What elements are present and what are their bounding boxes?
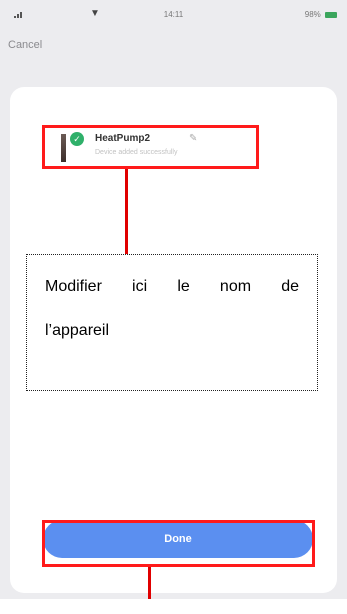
status-bar: ▼ 14:11 98% [0, 0, 347, 30]
status-time: 14:11 [163, 10, 184, 19]
annotation-note: Modifier ici le nom de l’appareil [26, 254, 318, 391]
battery-icon [325, 11, 337, 18]
battery-indicator: 98% [305, 10, 337, 19]
cancel-button[interactable]: Cancel [8, 39, 42, 51]
device-name-highlight [42, 125, 259, 169]
annotation-text-line1: Modifier ici le nom de [45, 278, 299, 295]
annotation-text-line2: l’appareil [45, 322, 110, 339]
done-arrow-line [148, 567, 151, 599]
annotation-arrow-line [125, 169, 128, 267]
phone-screen: ▼ 14:11 98% Cancel ✓ HeatPump2 ✎ Device … [0, 0, 347, 599]
done-button-highlight [42, 520, 315, 567]
battery-percent: 98% [304, 10, 321, 19]
